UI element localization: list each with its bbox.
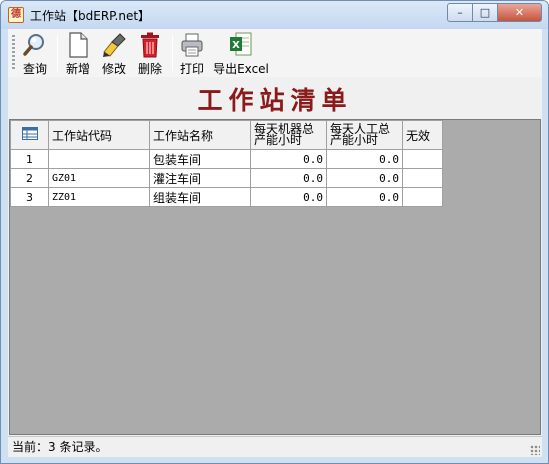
toolbar-grip[interactable]: [12, 35, 15, 71]
new-label: 新增: [65, 62, 90, 76]
row-number[interactable]: 2: [10, 168, 49, 188]
delete-button[interactable]: 删除: [133, 32, 167, 76]
edit-label: 修改: [101, 62, 126, 76]
delete-label: 删除: [137, 62, 162, 76]
header-row: 工作站代码 工作站名称 每天机器总 产能小时 每天人工总 产能小时 无效: [10, 120, 443, 150]
trash-icon: [141, 32, 159, 58]
resize-grip[interactable]: [530, 445, 540, 455]
table-row[interactable]: 1 BZ01 包装车间 0.0 0.0: [10, 149, 443, 169]
new-document-icon: [69, 32, 88, 58]
client-area: 查询 新增 修改 删除 打印 X 导出Excel 工作站清单 工作站代码 工作站…: [8, 29, 542, 457]
column-header-machine-hours[interactable]: 每天机器总 产能小时: [250, 120, 327, 150]
machine-hours-line2: 产能小时: [254, 133, 303, 147]
cell-code[interactable]: ZZ01: [48, 187, 150, 207]
cell-invalid[interactable]: [402, 149, 443, 169]
window-title: 工作站【bdERP.net】: [30, 9, 151, 23]
table-row[interactable]: 3 ZZ01 组装车间 0.0 0.0: [10, 187, 443, 207]
toolbar-separator: [172, 35, 173, 71]
print-button[interactable]: 打印: [175, 32, 209, 76]
cell-labor-hours[interactable]: 0.0: [326, 149, 403, 169]
export-excel-button[interactable]: X 导出Excel: [212, 32, 270, 76]
table-icon: [21, 127, 38, 140]
status-text: 当前：3 条记录。: [12, 440, 108, 454]
printer-icon: [181, 33, 203, 57]
maximize-button[interactable]: □: [473, 3, 498, 22]
cell-labor-hours[interactable]: 0.0: [326, 187, 403, 207]
status-bar: 当前：3 条记录。: [8, 436, 542, 457]
magnifier-icon: [23, 34, 44, 56]
close-button[interactable]: ✕: [498, 3, 542, 22]
column-header-labor-hours[interactable]: 每天人工总 产能小时: [326, 120, 403, 150]
cell-name[interactable]: 包装车间: [149, 149, 251, 169]
toolbar: 查询 新增 修改 删除 打印 X 导出Excel: [8, 29, 542, 77]
row-number[interactable]: 1: [10, 149, 49, 169]
cell-labor-hours[interactable]: 0.0: [326, 168, 403, 188]
query-button[interactable]: 查询: [18, 32, 52, 76]
new-button[interactable]: 新增: [61, 32, 95, 76]
report-title: 工作站清单: [197, 86, 353, 115]
export-label: 导出Excel: [213, 62, 269, 76]
column-header-invalid[interactable]: 无效: [402, 120, 443, 150]
print-label: 打印: [179, 62, 204, 76]
edit-pencil-icon: [103, 33, 126, 57]
table-row[interactable]: 2 GZ01 灌注车间 0.0 0.0: [10, 168, 443, 188]
column-header-code[interactable]: 工作站代码: [48, 120, 150, 150]
cell-invalid[interactable]: [402, 187, 443, 207]
cell-machine-hours[interactable]: 0.0: [250, 187, 327, 207]
grid-corner[interactable]: [10, 120, 49, 150]
data-grid[interactable]: 工作站代码 工作站名称 每天机器总 产能小时 每天人工总 产能小时 无效 1 B…: [9, 119, 541, 435]
title-bar[interactable]: 德 工作站【bdERP.net】 – □ ✕: [1, 1, 548, 29]
cell-name[interactable]: 组装车间: [149, 187, 251, 207]
window-controls: – □ ✕: [447, 3, 542, 22]
excel-icon: X: [230, 32, 252, 56]
app-window: 德 工作站【bdERP.net】 – □ ✕ 查询 新增 修改 删除 打印 X …: [0, 0, 549, 464]
row-number[interactable]: 3: [10, 187, 49, 207]
labor-hours-line2: 产能小时: [330, 133, 379, 147]
cell-machine-hours[interactable]: 0.0: [250, 168, 327, 188]
column-header-name[interactable]: 工作站名称: [149, 120, 251, 150]
edit-button[interactable]: 修改: [97, 32, 131, 76]
app-logo-icon: 德: [8, 7, 24, 23]
toolbar-separator: [57, 35, 58, 71]
svg-text:X: X: [232, 40, 240, 51]
cell-code[interactable]: GZ01: [48, 168, 150, 188]
cell-machine-hours[interactable]: 0.0: [250, 149, 327, 169]
cell-invalid[interactable]: [402, 168, 443, 188]
cell-name[interactable]: 灌注车间: [149, 168, 251, 188]
data-table: 工作站代码 工作站名称 每天机器总 产能小时 每天人工总 产能小时 无效 1 B…: [10, 120, 443, 207]
cell-code[interactable]: BZ01: [48, 149, 150, 169]
minimize-button[interactable]: –: [447, 3, 473, 22]
query-label: 查询: [22, 62, 47, 76]
